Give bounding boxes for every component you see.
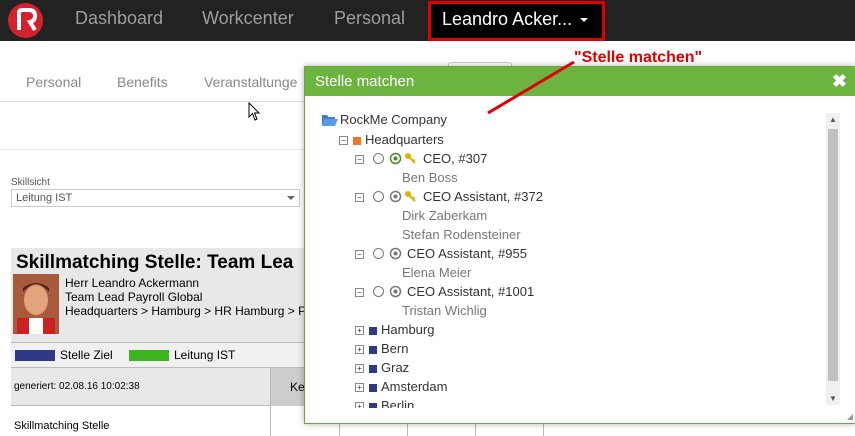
collapse-icon[interactable]: − — [339, 136, 348, 145]
expand-icon[interactable]: + — [355, 364, 364, 373]
org-tree: RockMe Company − Headquarters − CEO, #30… — [305, 96, 825, 408]
nav-workcenter[interactable]: Workcenter — [202, 8, 294, 29]
employee-role: Team Lead Payroll Global — [65, 290, 203, 304]
tab-benefits[interactable]: Benefits — [117, 74, 168, 90]
dialog-header: Stelle matchen ✖ — [305, 67, 855, 96]
collapse-icon[interactable]: − — [355, 155, 364, 164]
position-label[interactable]: CEO Assistant, #955 — [407, 246, 527, 261]
employee-photo — [13, 274, 59, 334]
expand-icon[interactable]: + — [355, 402, 364, 408]
scroll-down-icon[interactable]: ▼ — [829, 394, 837, 403]
legend-swatch-ziel — [15, 350, 55, 361]
position-radio[interactable] — [373, 153, 384, 164]
scroll-up-icon[interactable]: ▲ — [829, 115, 837, 124]
tree-scrollbar[interactable]: ▲ ▼ — [826, 113, 840, 405]
target-icon — [389, 190, 402, 203]
dropdown-arrow-icon — [287, 196, 295, 200]
app-logo[interactable] — [8, 3, 43, 38]
org-unit-icon — [353, 137, 361, 145]
nav-dashboard[interactable]: Dashboard — [75, 8, 163, 29]
stelle-matchen-dialog: Stelle matchen ✖ RockMe Company − Headqu… — [304, 66, 855, 424]
resize-handle-icon[interactable]: ◢ — [847, 412, 853, 421]
folder-open-icon — [322, 115, 338, 126]
column-header-first: Ke — [290, 380, 305, 394]
employee-info: Herr Leandro Ackermann Team Lead Payroll… — [65, 276, 306, 318]
skillsicht-value: Leitung IST — [16, 192, 73, 204]
position-holder: Ben Boss — [402, 170, 458, 185]
scrollbar-thumb[interactable] — [828, 129, 838, 381]
org-unit-icon — [369, 403, 377, 408]
employee-path: Headquarters > Hamburg > HR Hamburg > P — [65, 304, 307, 318]
tab-personal[interactable]: Personal — [26, 74, 81, 90]
legend-label-ist: Leitung IST — [174, 348, 236, 362]
collapse-icon[interactable]: − — [355, 193, 364, 202]
skillsicht-label: Skillsicht — [11, 177, 50, 188]
position-label[interactable]: CEO Assistant, #1001 — [407, 284, 534, 299]
position-radio[interactable] — [373, 286, 384, 297]
position-holder: Tristan Wichlig — [402, 303, 487, 318]
target-icon — [389, 247, 402, 260]
tree-node-location[interactable]: Graz — [381, 360, 409, 375]
target-icon — [389, 285, 402, 298]
skillsicht-select[interactable]: Leitung IST — [11, 189, 300, 207]
caret-down-icon — [580, 18, 589, 23]
position-holder: Dirk Zaberkam — [402, 208, 488, 223]
org-unit-icon — [369, 384, 377, 392]
close-icon[interactable]: ✖ — [832, 71, 847, 92]
key-icon — [405, 153, 416, 164]
tab-veranstaltungen[interactable]: Veranstaltunge — [204, 74, 297, 90]
org-unit-icon — [369, 346, 377, 354]
mouse-cursor-icon — [248, 101, 262, 127]
position-label[interactable]: CEO Assistant, #372 — [423, 189, 543, 204]
tree-node-headquarters[interactable]: Headquarters — [365, 132, 444, 147]
position-radio[interactable] — [373, 248, 384, 259]
org-unit-icon — [369, 327, 377, 335]
legend-label-ziel: Stelle Ziel — [60, 348, 113, 362]
top-navbar: Dashboard Workcenter Personal Leandro Ac… — [0, 0, 855, 41]
tree-node-location[interactable]: Berlin — [381, 398, 414, 408]
collapse-icon[interactable]: − — [355, 288, 364, 297]
tree-node-location[interactable]: Bern — [381, 341, 408, 356]
position-radio[interactable] — [373, 191, 384, 202]
collapse-icon[interactable]: − — [355, 250, 364, 259]
generated-timestamp: generiert: 02.08.16 10:02:38 — [14, 381, 140, 392]
dialog-title: Stelle matchen — [315, 73, 415, 90]
target-icon — [389, 152, 402, 165]
user-menu[interactable]: Leandro Acker... — [428, 1, 605, 41]
position-label[interactable]: CEO, #307 — [423, 151, 487, 166]
key-icon — [405, 191, 416, 202]
expand-icon[interactable]: + — [355, 326, 364, 335]
nav-personal[interactable]: Personal — [334, 8, 405, 29]
position-holder: Elena Meier — [402, 265, 472, 280]
report-title: Skillmatching Stelle: Team Lea — [16, 252, 294, 273]
row-label: Skillmatching Stelle — [14, 420, 110, 432]
expand-icon[interactable]: + — [355, 383, 364, 392]
tree-root[interactable]: RockMe Company — [340, 112, 447, 127]
tree-node-location[interactable]: Amsterdam — [381, 379, 447, 394]
tree-node-location[interactable]: Hamburg — [381, 322, 434, 337]
user-menu-label: Leandro Acker... — [442, 9, 573, 29]
employee-name: Herr Leandro Ackermann — [65, 276, 200, 290]
expand-icon[interactable]: + — [355, 345, 364, 354]
position-holder: Stefan Rodensteiner — [402, 227, 521, 242]
org-unit-icon — [369, 365, 377, 373]
legend-swatch-ist — [129, 350, 169, 361]
